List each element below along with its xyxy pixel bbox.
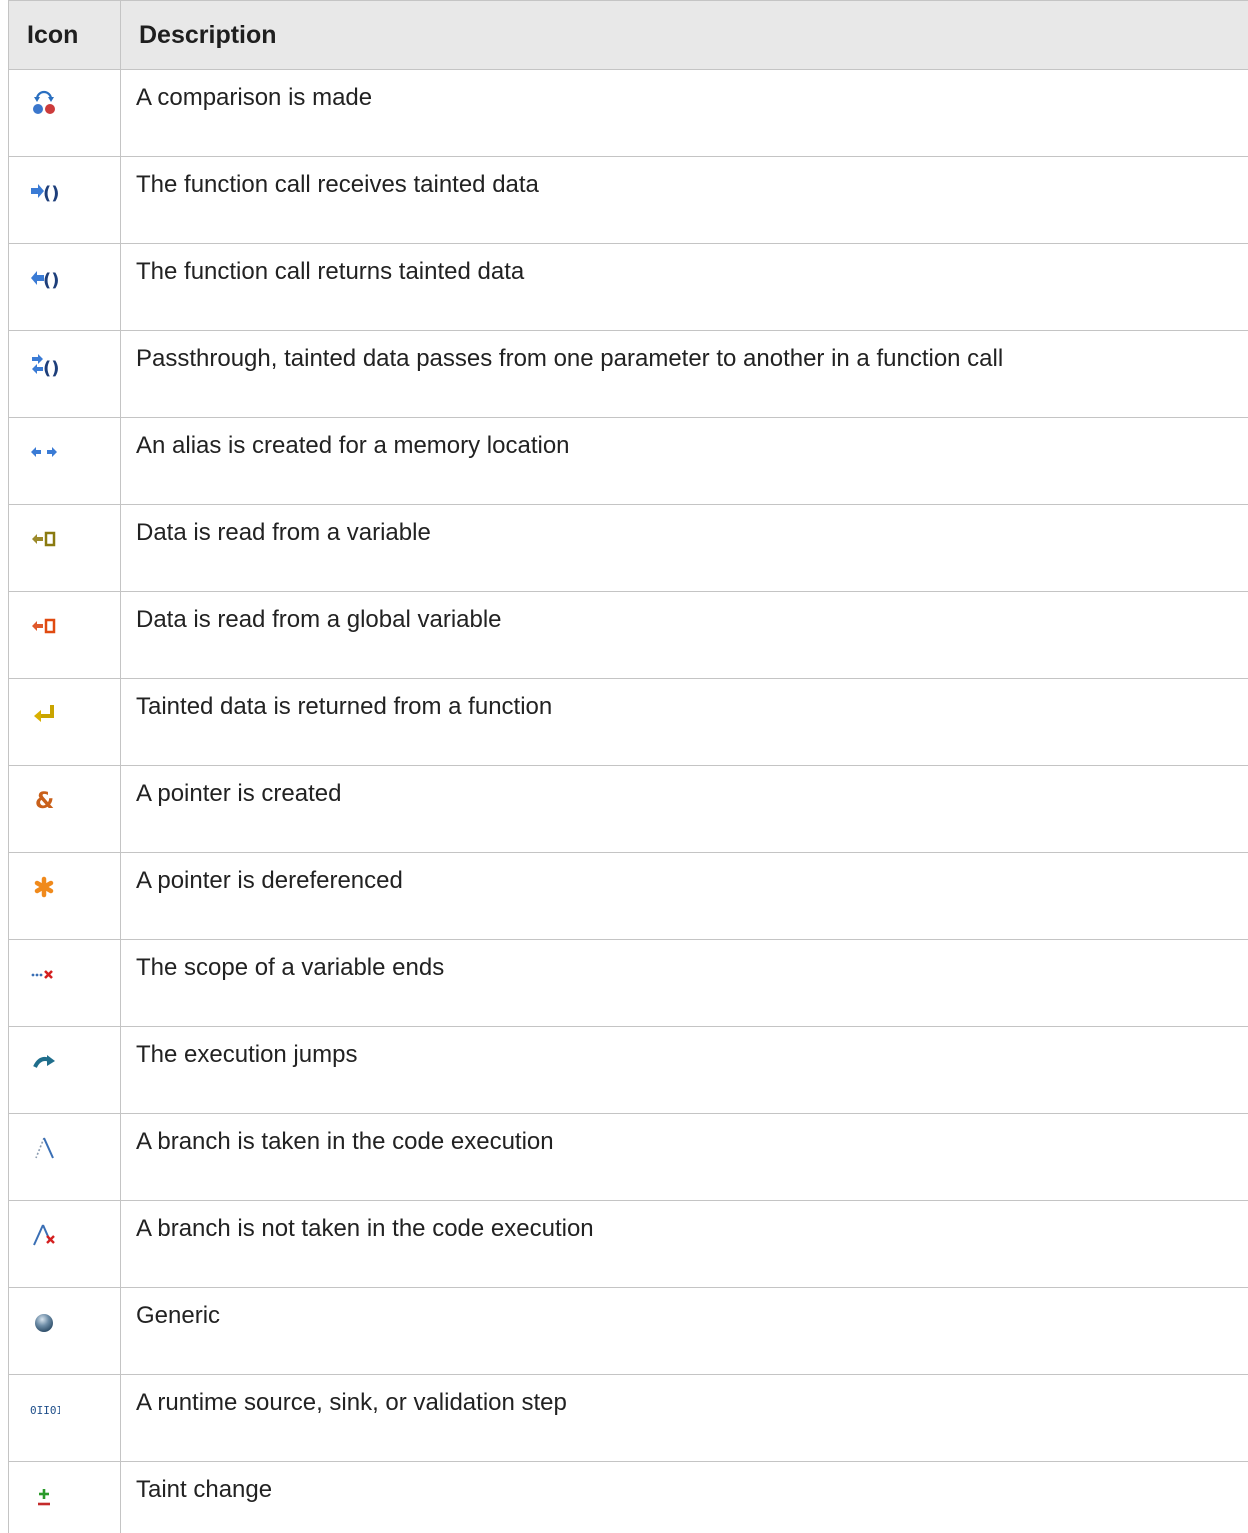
icon-legend-table: Icon Description A comparison is made ()… — [8, 0, 1248, 1533]
read-global-variable-icon — [28, 610, 60, 642]
table-row: The scope of a variable ends — [9, 940, 1248, 1027]
runtime-icon: 0II0I — [28, 1393, 60, 1425]
row-description: Taint change — [121, 1462, 1248, 1533]
pointer-dereferenced-icon — [28, 871, 60, 903]
table-row: () The function call returns tainted dat… — [9, 244, 1248, 331]
row-description: Data is read from a variable — [121, 505, 1248, 592]
row-description: Generic — [121, 1288, 1248, 1375]
svg-text:(): () — [43, 183, 59, 204]
table-row: An alias is created for a memory locatio… — [9, 418, 1248, 505]
function-returns-icon: () — [28, 262, 60, 294]
table-row: & A pointer is created — [9, 766, 1248, 853]
branch-taken-icon — [28, 1132, 60, 1164]
row-description: The function call returns tainted data — [121, 244, 1248, 331]
icon-legend-page: Icon Description A comparison is made ()… — [0, 0, 1248, 1325]
table-row: Data is read from a variable — [9, 505, 1248, 592]
row-description: The scope of a variable ends — [121, 940, 1248, 1027]
function-receives-icon: () — [28, 175, 60, 207]
description-column-header: Description — [121, 1, 1248, 70]
row-description: A pointer is created — [121, 766, 1248, 853]
pointer-created-icon: & — [28, 784, 60, 816]
table-row: Data is read from a global variable — [9, 592, 1248, 679]
alias-icon — [28, 436, 60, 468]
svg-text:(): () — [43, 270, 59, 291]
row-description: A comparison is made — [121, 70, 1248, 157]
table-row: A comparison is made — [9, 70, 1248, 157]
return-from-function-icon — [28, 697, 60, 729]
row-description: A pointer is dereferenced — [121, 853, 1248, 940]
table-row: The execution jumps — [9, 1027, 1248, 1114]
table-row: A branch is taken in the code execution — [9, 1114, 1248, 1201]
generic-icon — [28, 1306, 60, 1338]
scope-ends-icon — [28, 958, 60, 990]
row-description: A runtime source, sink, or validation st… — [121, 1375, 1248, 1462]
passthrough-icon: () — [28, 349, 60, 381]
row-description: Passthrough, tainted data passes from on… — [121, 331, 1248, 418]
table-row: Tainted data is returned from a function — [9, 679, 1248, 766]
svg-text:0II0I: 0II0I — [30, 1404, 60, 1417]
row-description: Tainted data is returned from a function — [121, 679, 1248, 766]
row-description: Data is read from a global variable — [121, 592, 1248, 679]
execution-jumps-icon — [28, 1045, 60, 1077]
table-row: A pointer is dereferenced — [9, 853, 1248, 940]
row-description: A branch is taken in the code execution — [121, 1114, 1248, 1201]
table-row: A branch is not taken in the code execut… — [9, 1201, 1248, 1288]
read-variable-icon — [28, 523, 60, 555]
row-description: The function call receives tainted data — [121, 157, 1248, 244]
comparison-icon — [28, 88, 60, 120]
table-header-row: Icon Description — [9, 1, 1248, 70]
icon-column-header: Icon — [9, 1, 121, 70]
branch-not-taken-icon — [28, 1219, 60, 1251]
taint-change-icon — [28, 1480, 60, 1512]
row-description: The execution jumps — [121, 1027, 1248, 1114]
svg-text:(): () — [43, 358, 59, 379]
row-description: A branch is not taken in the code execut… — [121, 1201, 1248, 1288]
table-row: Taint change — [9, 1462, 1248, 1533]
svg-text:&: & — [35, 789, 54, 814]
table-row: () Passthrough, tainted data passes from… — [9, 331, 1248, 418]
table-row: () The function call receives tainted da… — [9, 157, 1248, 244]
table-row: 0II0I A runtime source, sink, or validat… — [9, 1375, 1248, 1462]
table-row: Generic — [9, 1288, 1248, 1375]
row-description: An alias is created for a memory locatio… — [121, 418, 1248, 505]
